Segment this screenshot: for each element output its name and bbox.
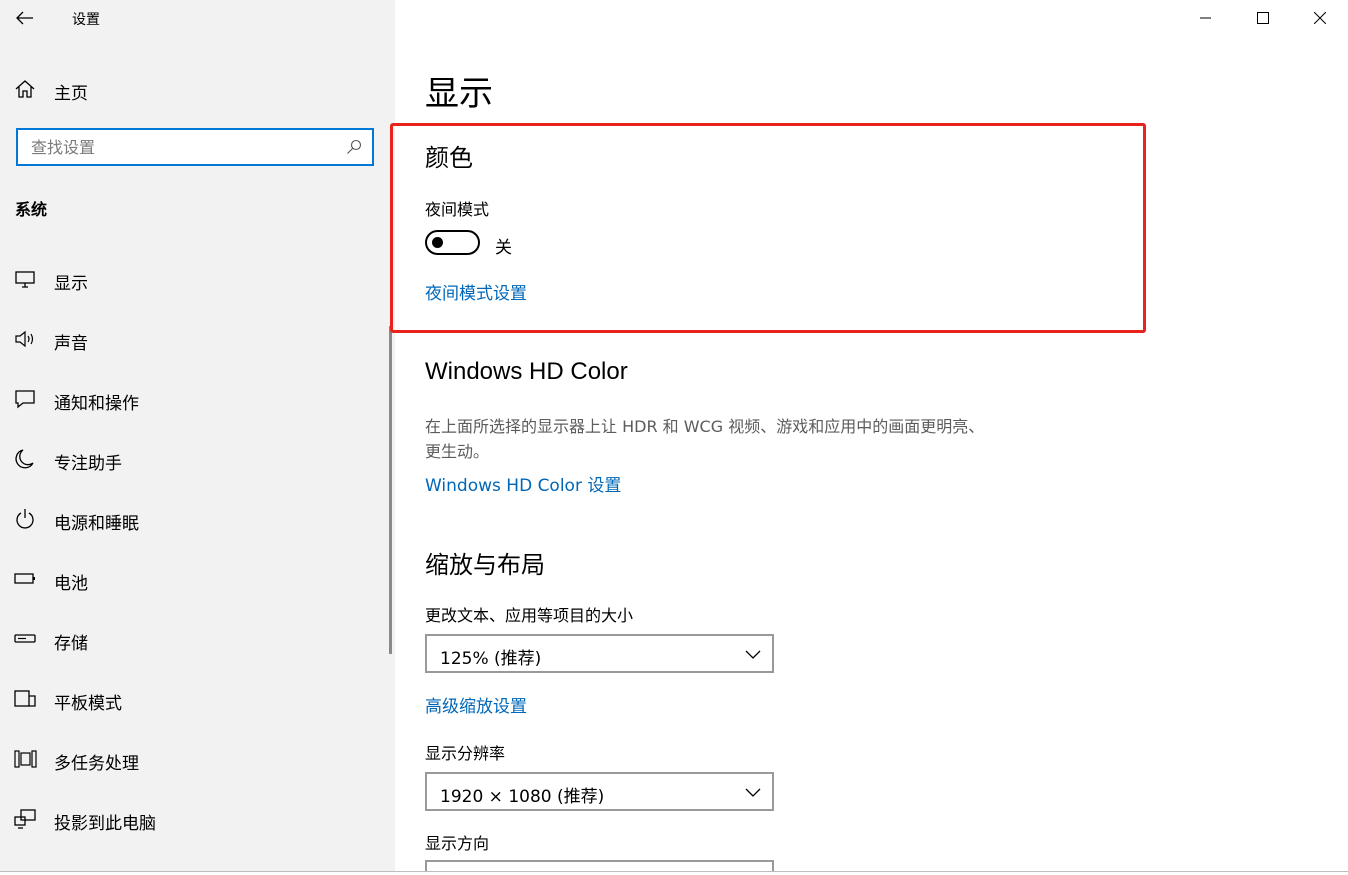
chevron-down-icon	[745, 650, 761, 659]
app-title: 设置	[72, 12, 100, 28]
chevron-down-icon	[745, 788, 761, 797]
tablet-icon	[14, 690, 36, 707]
storage-icon	[14, 634, 36, 643]
advanced-scaling-link[interactable]: 高级缩放设置	[425, 692, 527, 717]
titlebar-left: 设置	[0, 0, 395, 38]
back-button[interactable]	[12, 6, 38, 30]
maximize-icon	[1256, 12, 1269, 24]
resolution-dropdown[interactable]: 1920 × 1080 (推荐)	[425, 772, 774, 811]
sidebar-item-label: 投影到此电脑	[54, 814, 156, 834]
sidebar-item-battery[interactable]: 电池	[0, 550, 395, 610]
sidebar-item-notifications[interactable]: 通知和操作	[0, 370, 395, 430]
sidebar-item-label: 主页	[54, 84, 88, 104]
close-icon	[1313, 12, 1326, 24]
maximize-button[interactable]	[1234, 0, 1291, 36]
back-arrow-icon	[16, 11, 33, 25]
home-icon	[15, 80, 35, 98]
sidebar-item-label: 多任务处理	[54, 754, 139, 774]
orientation-label: 显示方向	[425, 834, 490, 853]
text-size-label: 更改文本、应用等项目的大小	[425, 606, 634, 625]
sidebar-item-display[interactable]: 显示	[0, 250, 395, 310]
window-bottom-edge	[0, 871, 1348, 875]
sidebar-item-label: 平板模式	[54, 694, 122, 714]
sidebar-item-label: 存储	[54, 634, 88, 654]
toggle-state-label: 关	[495, 238, 512, 258]
page-title: 显示	[425, 74, 493, 114]
sidebar-item-tablet-mode[interactable]: 平板模式	[0, 670, 395, 730]
battery-icon	[14, 573, 35, 584]
search-box[interactable]	[16, 128, 374, 166]
sidebar-item-label: 声音	[54, 334, 88, 354]
sidebar: 设置 主页 系统 显示 声音	[0, 0, 395, 875]
sidebar-item-label: 电源和睡眠	[54, 514, 139, 534]
scale-layout-heading: 缩放与布局	[425, 551, 545, 579]
sidebar-item-label: 电池	[54, 574, 88, 594]
section-heading: 系统	[15, 200, 48, 219]
window-controls	[1177, 0, 1348, 36]
sidebar-item-power-sleep[interactable]: 电源和睡眠	[0, 490, 395, 550]
night-mode-toggle[interactable]	[425, 230, 480, 255]
project-icon	[14, 809, 36, 829]
monitor-icon	[15, 271, 35, 288]
power-icon	[16, 509, 34, 529]
night-mode-settings-link[interactable]: 夜间模式设置	[425, 279, 527, 304]
close-button[interactable]	[1291, 0, 1348, 36]
color-heading: 颜色	[425, 144, 473, 172]
sidebar-item-multitasking[interactable]: 多任务处理	[0, 730, 395, 790]
hd-color-heading: Windows HD Color	[425, 358, 628, 385]
toggle-knob	[432, 237, 443, 248]
hd-color-description: 在上面所选择的显示器上让 HDR 和 WCG 视频、游戏和应用中的画面更明亮、更…	[425, 417, 985, 461]
night-mode-label: 夜间模式	[425, 200, 490, 219]
sidebar-item-label: 专注助手	[54, 454, 122, 474]
sidebar-item-focus-assist[interactable]: 专注助手	[0, 430, 395, 490]
sidebar-item-home[interactable]: 主页	[0, 70, 395, 108]
moon-icon	[15, 449, 34, 469]
dropdown-value: 1920 × 1080 (推荐)	[440, 787, 605, 807]
multitask-icon	[14, 750, 37, 768]
minimize-icon	[1199, 17, 1211, 19]
hd-color-settings-link[interactable]: Windows HD Color 设置	[425, 471, 621, 496]
resolution-label: 显示分辨率	[425, 744, 506, 763]
dropdown-value: 125% (推荐)	[440, 649, 542, 669]
search-icon[interactable]	[346, 139, 362, 155]
search-input[interactable]	[18, 130, 338, 164]
sidebar-nav: 显示 声音 通知和操作 专注助手 电源和睡眠 电池 存储 平板模式 多任务处理 …	[0, 250, 395, 850]
scale-dropdown[interactable]: 125% (推荐)	[425, 634, 774, 673]
sidebar-item-storage[interactable]: 存储	[0, 610, 395, 670]
notification-icon	[15, 390, 35, 409]
sidebar-item-label: 显示	[54, 274, 88, 294]
sidebar-scrollbar[interactable]	[389, 326, 392, 654]
minimize-button[interactable]	[1177, 0, 1234, 36]
speaker-icon	[15, 330, 34, 348]
main-content: 显示 颜色 夜间模式 关 夜间模式设置 Windows HD Color 在上面…	[390, 0, 1348, 875]
sidebar-item-label: 通知和操作	[54, 394, 139, 414]
sidebar-item-sound[interactable]: 声音	[0, 310, 395, 370]
sidebar-item-project-to-pc[interactable]: 投影到此电脑	[0, 790, 395, 850]
